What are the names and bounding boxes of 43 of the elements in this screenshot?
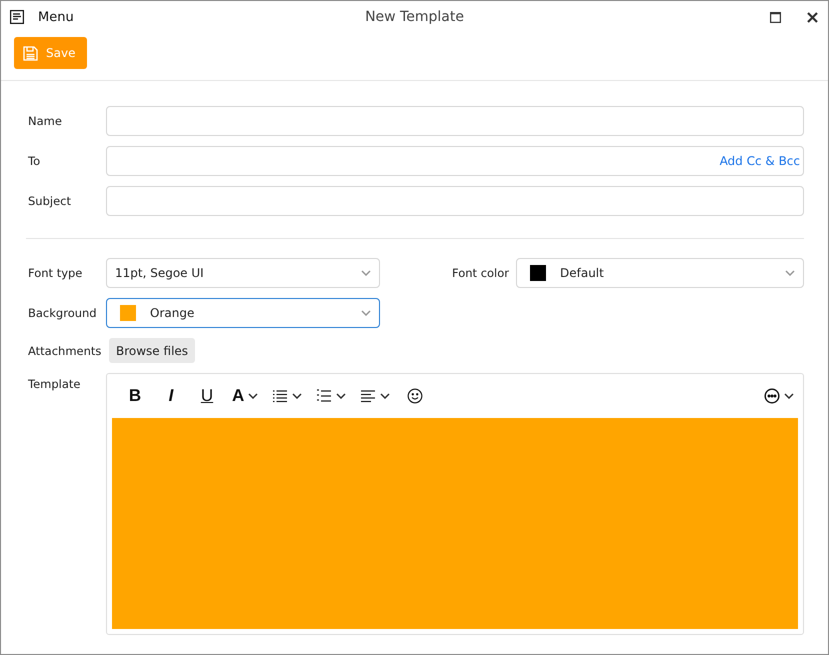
field-label: Font color <box>452 266 510 280</box>
chevron-down-icon <box>336 393 346 399</box>
align-left-icon <box>360 388 376 404</box>
bold-button[interactable]: B <box>120 381 150 411</box>
underline-button[interactable]: U <box>192 381 222 411</box>
font-color-button[interactable]: A <box>228 381 262 411</box>
font-color-dropdown[interactable]: Default <box>516 258 804 288</box>
chevron-down-icon <box>248 393 258 399</box>
field-label: Name <box>28 114 63 128</box>
field-label: To <box>28 154 42 168</box>
select-value: 11pt, Segoe UI <box>115 266 205 280</box>
select-value: Orange <box>150 306 196 320</box>
browse-files-button[interactable]: Browse files <box>109 338 196 363</box>
field-label: Template <box>28 377 82 391</box>
window-title: New Template <box>365 9 464 25</box>
background-dropdown[interactable]: Orange <box>106 298 380 328</box>
more-icon <box>764 388 780 404</box>
close-button[interactable] <box>807 12 818 22</box>
font-type-dropdown[interactable]: 11pt, Segoe UI <box>106 258 380 288</box>
chevron-down-icon <box>361 310 371 316</box>
add-cc-bcc-link[interactable]: Add Cc & Bcc <box>720 154 800 168</box>
chevron-down-icon <box>361 270 371 276</box>
chevron-down-icon <box>784 393 794 399</box>
chevron-down-icon <box>292 393 302 399</box>
select-value: Default <box>560 266 605 280</box>
menu-icon <box>10 10 24 24</box>
maximize-button[interactable] <box>770 12 781 22</box>
input-field[interactable]: Add Cc & Bcc <box>106 146 804 176</box>
template-editor[interactable]: B I U A <box>106 373 804 635</box>
field-label: Background <box>28 306 98 320</box>
chevron-down-icon <box>785 270 795 276</box>
save-icon <box>23 46 38 60</box>
bullet-list-icon <box>272 388 288 404</box>
emoji-icon <box>407 388 424 404</box>
italic-button[interactable]: I <box>156 381 186 411</box>
input-field[interactable] <box>106 186 804 216</box>
field-label: Attachments <box>28 344 102 358</box>
chevron-down-icon <box>380 393 390 399</box>
field-label: Subject <box>28 194 72 208</box>
menu-button[interactable]: Menu <box>38 10 74 24</box>
input-field[interactable] <box>106 106 804 136</box>
numbered-list-icon <box>316 388 332 404</box>
field-label: Font type <box>28 266 84 280</box>
